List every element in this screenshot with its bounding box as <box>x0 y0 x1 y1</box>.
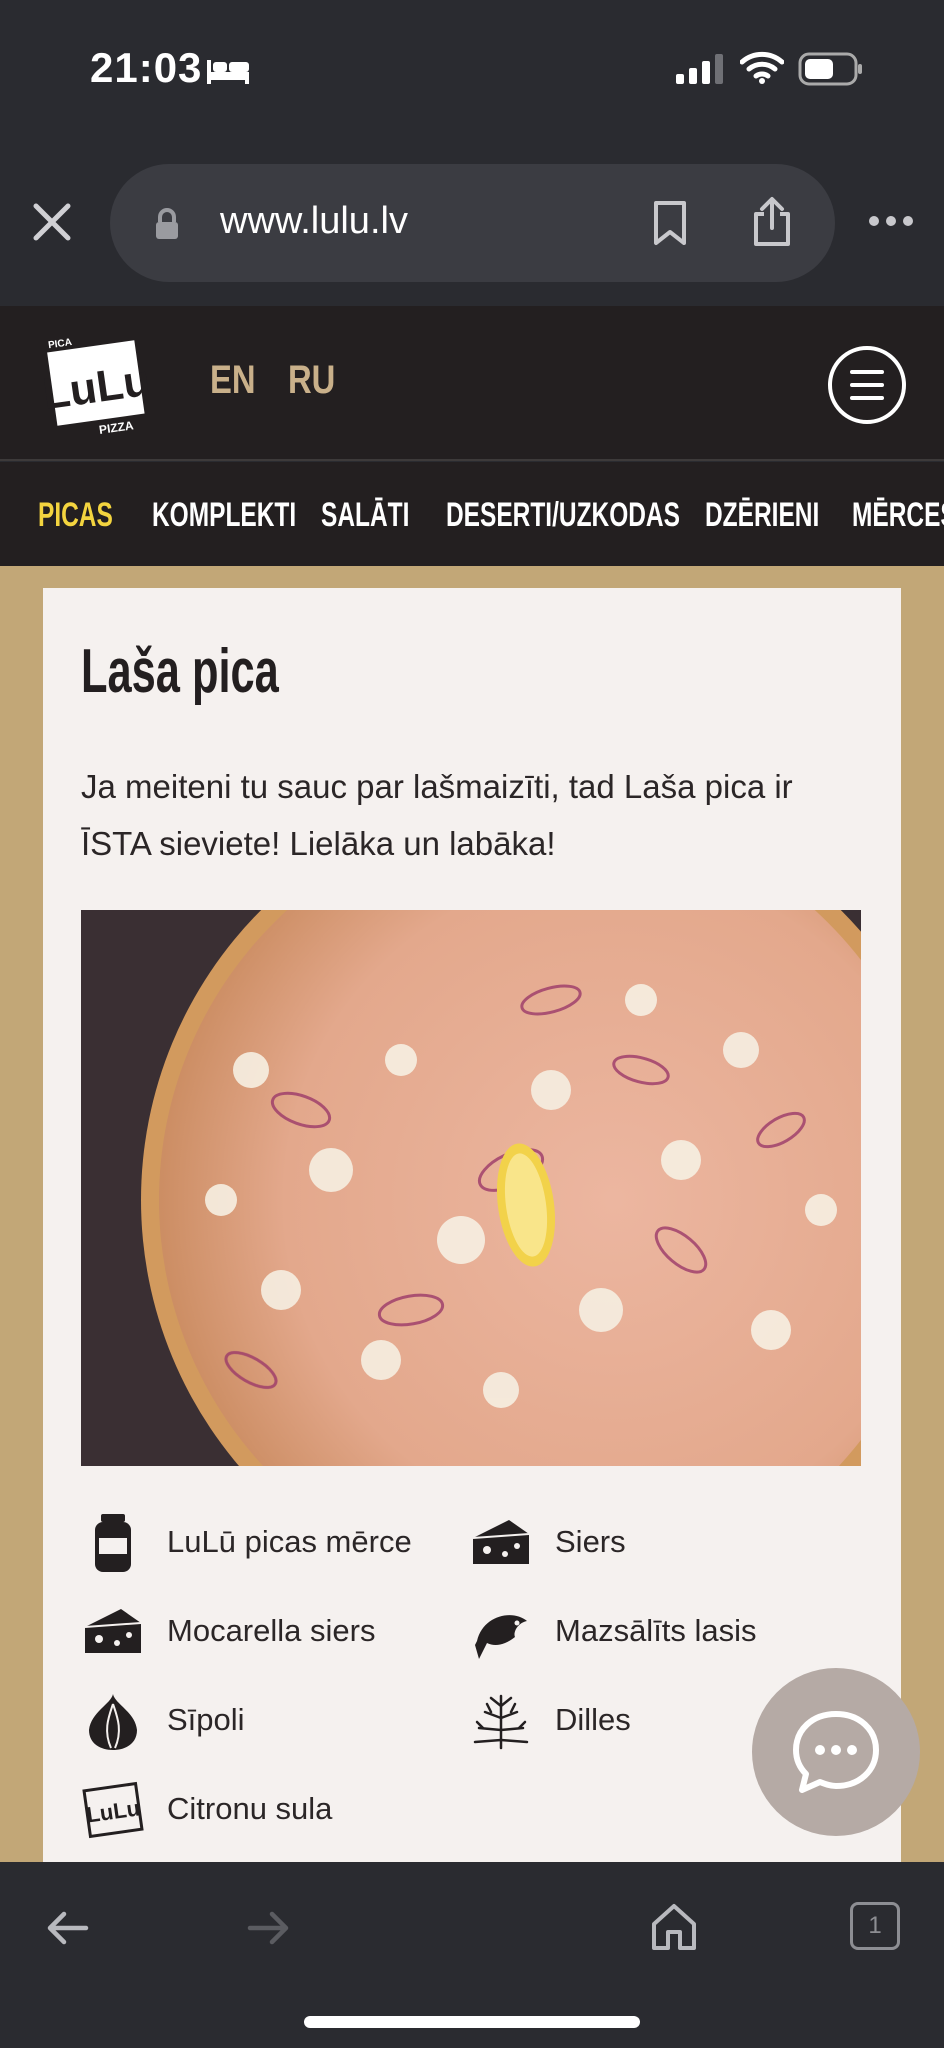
dill-icon <box>473 1694 529 1750</box>
chat-icon <box>793 1711 879 1793</box>
tabs-count-button[interactable]: 1 <box>850 1902 900 1950</box>
cheese-icon <box>472 1520 530 1564</box>
language-ru[interactable]: RU <box>288 358 335 403</box>
ingredient-label: Mazsālīts lasis <box>555 1613 757 1648</box>
address-bar[interactable]: www.lulu.lv <box>110 164 835 282</box>
product-title: Laša pica <box>81 637 279 706</box>
more-options-icon[interactable] <box>868 214 914 228</box>
category-picas[interactable]: PICAS <box>38 496 113 535</box>
category-salati[interactable]: SALĀTI <box>321 496 409 535</box>
language-en[interactable]: EN <box>210 358 256 403</box>
ingredient-item: Mocarella siers <box>81 1597 461 1667</box>
sleep-bed-icon <box>207 60 249 84</box>
ingredient-item: Sīpoli <box>81 1686 461 1756</box>
ingredient-item: Mazsālīts lasis <box>469 1597 849 1667</box>
cheese-icon <box>84 1609 142 1653</box>
status-time: 21:03 <box>90 44 203 91</box>
category-komplekti[interactable]: KOMPLEKTI <box>152 496 296 535</box>
url-text: www.lulu.lv <box>220 200 408 242</box>
ingredient-label: Sīpoli <box>167 1702 245 1737</box>
svg-text:PICA: PICA <box>47 337 72 351</box>
ingredient-item: Siers <box>469 1508 849 1578</box>
battery-icon <box>798 52 862 86</box>
site-header: LuLu PIZZA PICA EN RU <box>0 306 944 461</box>
product-card: Laša pica Ja meiteni tu sauc par lašmaiz… <box>43 588 901 1862</box>
cellular-signal-icon <box>676 54 723 84</box>
ingredient-item: LuLū picas mērce <box>81 1508 461 1578</box>
browser-toolbar: 1 <box>0 1862 944 2048</box>
pizza-image <box>81 910 861 1466</box>
lulu-logo-icon: LuLu <box>82 1781 144 1839</box>
back-arrow-icon[interactable] <box>44 1908 90 1948</box>
ingredient-label: Citronu sula <box>167 1791 333 1826</box>
wifi-icon <box>740 51 784 84</box>
category-merces[interactable]: MĒRCES <box>852 496 944 535</box>
category-deserti-uzkodas[interactable]: DESERTI/UZKODAS <box>446 496 680 535</box>
bookmark-icon[interactable] <box>650 200 690 246</box>
lock-icon <box>156 208 178 239</box>
ingredient-label: Mocarella siers <box>167 1613 376 1648</box>
ingredient-label: Siers <box>555 1524 626 1559</box>
sauce-jar-icon <box>95 1514 131 1572</box>
product-description: Ja meiteni tu sauc par lašmaizīti, tad L… <box>81 768 793 862</box>
onion-icon <box>89 1694 137 1750</box>
close-icon[interactable] <box>28 198 76 246</box>
ingredient-item: LuLu Citronu sula <box>81 1775 461 1845</box>
ingredient-label: LuLū picas mērce <box>167 1524 412 1559</box>
share-icon[interactable] <box>750 196 794 248</box>
status-bar: 21:03 <box>0 0 944 150</box>
home-indicator <box>304 2016 640 2028</box>
fish-icon <box>475 1615 527 1659</box>
svg-text:LuLu: LuLu <box>85 1795 142 1827</box>
lulu-logo[interactable]: LuLu PIZZA PICA <box>40 328 152 440</box>
chat-button[interactable] <box>752 1668 920 1836</box>
hamburger-menu-button[interactable] <box>828 346 906 424</box>
ingredient-label: Dilles <box>555 1702 631 1737</box>
category-nav: PICAS KOMPLEKTI SALĀTI DESERTI/UZKODAS D… <box>0 462 944 566</box>
category-dzerieni[interactable]: DZĒRIENI <box>705 496 819 535</box>
svg-text:PIZZA: PIZZA <box>98 418 135 437</box>
home-icon[interactable] <box>650 1902 698 1952</box>
forward-arrow-icon[interactable] <box>246 1908 292 1948</box>
